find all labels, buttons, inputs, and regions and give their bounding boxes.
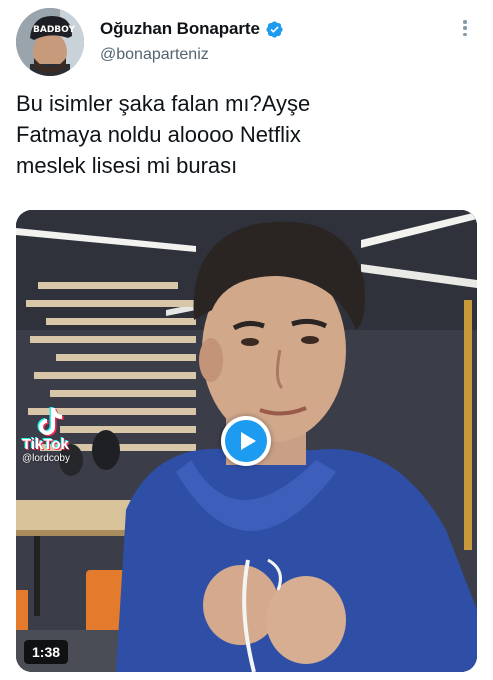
verified-badge-icon (266, 20, 283, 38)
tweet-text: Bu isimler şaka falan mı?Ayşe Fatmaya no… (16, 91, 311, 178)
avatar-image: BADBOY (16, 8, 84, 76)
more-options-icon[interactable] (455, 18, 475, 38)
tiktok-username: @lordcoby (22, 453, 70, 464)
handle[interactable]: @bonaparteniz (100, 46, 284, 64)
tiktok-logo-icon (37, 407, 64, 436)
tweet: BADBOY Oğuzhan Bonaparte @bonaparteniz B… (0, 0, 493, 680)
video-duration: 1:38 (24, 640, 69, 664)
display-name[interactable]: Oğuzhan Bonaparte (100, 19, 260, 39)
tiktok-watermark: TikTok @lordcoby (22, 404, 112, 465)
video-player[interactable]: TikTok @lordcoby 1:38 (16, 210, 477, 672)
play-button[interactable] (221, 416, 271, 466)
tiktok-brand-text: TikTok (22, 436, 69, 453)
name-row: Oğuzhan Bonaparte (100, 16, 284, 42)
author-block: Oğuzhan Bonaparte @bonaparteniz (100, 16, 284, 64)
avatar-beanie-text: BADBOY (33, 25, 75, 35)
play-icon (240, 432, 256, 450)
avatar[interactable]: BADBOY (16, 8, 84, 76)
